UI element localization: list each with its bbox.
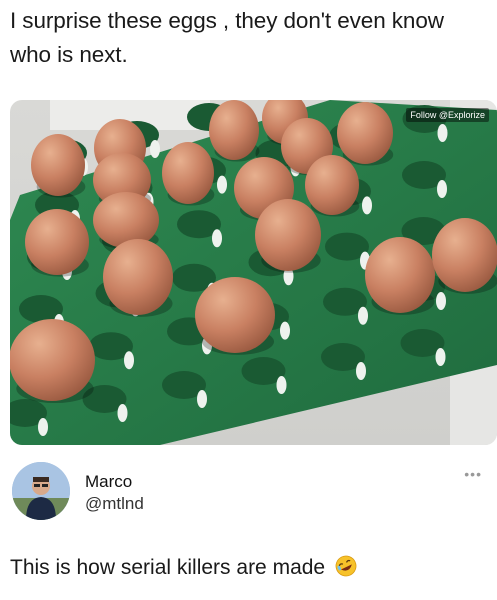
egg bbox=[31, 134, 85, 196]
tray-gap bbox=[117, 404, 128, 422]
tweet-body: This is how serial killers are made bbox=[10, 556, 326, 579]
watermark-label: Follow @Explorize bbox=[406, 108, 489, 122]
egg bbox=[209, 100, 259, 160]
tray-gap bbox=[280, 321, 290, 340]
rolling-on-floor-laughing-icon bbox=[335, 555, 357, 577]
tray-gap bbox=[150, 140, 160, 158]
avatar[interactable] bbox=[12, 462, 70, 520]
tray-gap bbox=[437, 180, 447, 198]
egg bbox=[432, 218, 497, 292]
photo-illustration bbox=[10, 100, 497, 445]
egg-tray-photo: Follow @Explorize bbox=[10, 100, 497, 445]
ellipsis-icon[interactable]: ••• bbox=[464, 466, 482, 482]
tweet-author: Marco @mtlnd ••• bbox=[10, 460, 490, 526]
tray-gap bbox=[435, 348, 446, 366]
tray-gap bbox=[437, 124, 448, 142]
egg bbox=[162, 142, 214, 204]
egg bbox=[103, 239, 173, 315]
egg bbox=[93, 192, 159, 248]
egg bbox=[337, 102, 393, 164]
egg bbox=[255, 199, 321, 271]
tray-gap bbox=[197, 390, 207, 408]
tweet-text: This is how serial killers are made bbox=[10, 555, 357, 580]
tray-gap bbox=[124, 351, 134, 370]
tray-gap bbox=[436, 292, 446, 310]
tray-gap bbox=[276, 376, 287, 394]
egg bbox=[25, 209, 89, 275]
egg bbox=[195, 277, 275, 353]
egg bbox=[305, 155, 359, 215]
tray-gap bbox=[217, 175, 227, 194]
egg bbox=[10, 319, 95, 401]
egg bbox=[365, 237, 435, 313]
author-name[interactable]: Marco bbox=[85, 472, 132, 492]
tray-gap bbox=[362, 196, 372, 215]
author-handle[interactable]: @mtlnd bbox=[85, 494, 144, 514]
post-caption: I surprise these eggs , they don't even … bbox=[10, 8, 444, 67]
tray-gap bbox=[356, 362, 366, 380]
tray-gap bbox=[212, 229, 222, 248]
tray-gap bbox=[38, 418, 48, 436]
tray-gap bbox=[358, 306, 368, 325]
